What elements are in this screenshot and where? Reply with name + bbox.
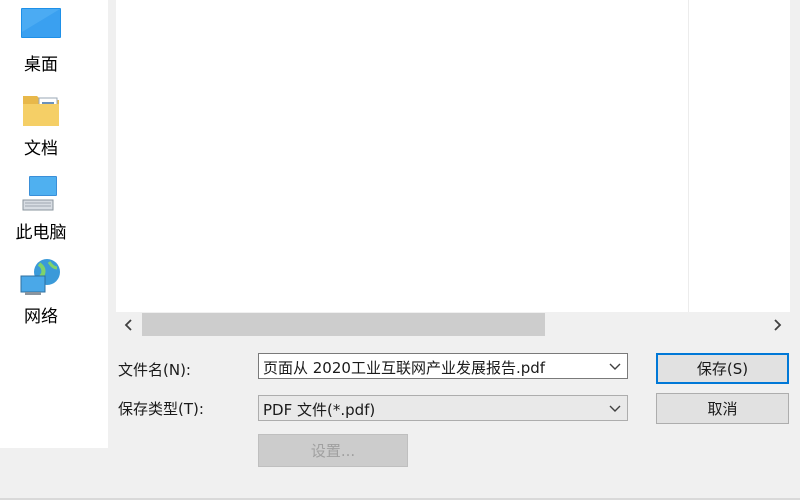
chevron-down-icon (609, 405, 621, 412)
column-divider (688, 0, 689, 312)
filename-label: 文件名(N): (118, 361, 191, 379)
place-label: 网络 (24, 307, 58, 327)
filetype-label: 保存类型(T): (118, 400, 204, 418)
chevron-down-icon[interactable] (607, 358, 623, 374)
save-button[interactable]: 保存(S) (656, 353, 789, 384)
filetype-value: PDF 文件(*.pdf) (263, 401, 376, 419)
place-documents[interactable]: 文档 (0, 88, 82, 159)
desktop-icon (21, 8, 61, 38)
network-icon (20, 259, 60, 295)
filetype-select[interactable]: PDF 文件(*.pdf) (258, 395, 628, 421)
place-label: 文档 (24, 139, 58, 159)
cancel-button[interactable]: 取消 (656, 393, 789, 424)
documents-folder-icon (23, 96, 59, 126)
file-list-view[interactable] (116, 0, 790, 312)
filename-value[interactable]: 页面从 2020工业互联网产业发展报告.pdf (263, 357, 545, 378)
settings-button[interactable]: 设置... (258, 434, 408, 467)
horizontal-scrollbar[interactable] (116, 312, 790, 338)
place-network[interactable]: 网络 (0, 256, 82, 327)
place-label: 此电脑 (15, 223, 67, 243)
chevron-left-icon (124, 319, 132, 331)
navigation-pane: 桌面 文档 此电脑 网络 (0, 0, 108, 448)
place-desktop[interactable]: 桌面 (0, 4, 82, 75)
scroll-thumb[interactable] (142, 313, 545, 336)
this-pc-icon (22, 176, 57, 211)
place-label: 桌面 (24, 55, 58, 75)
filename-field[interactable]: 页面从 2020工业互联网产业发展报告.pdf (258, 353, 628, 379)
chevron-right-icon (774, 319, 782, 331)
scroll-left-button[interactable] (116, 312, 142, 338)
scroll-right-button[interactable] (764, 312, 790, 338)
place-this-pc[interactable]: 此电脑 (0, 172, 82, 243)
